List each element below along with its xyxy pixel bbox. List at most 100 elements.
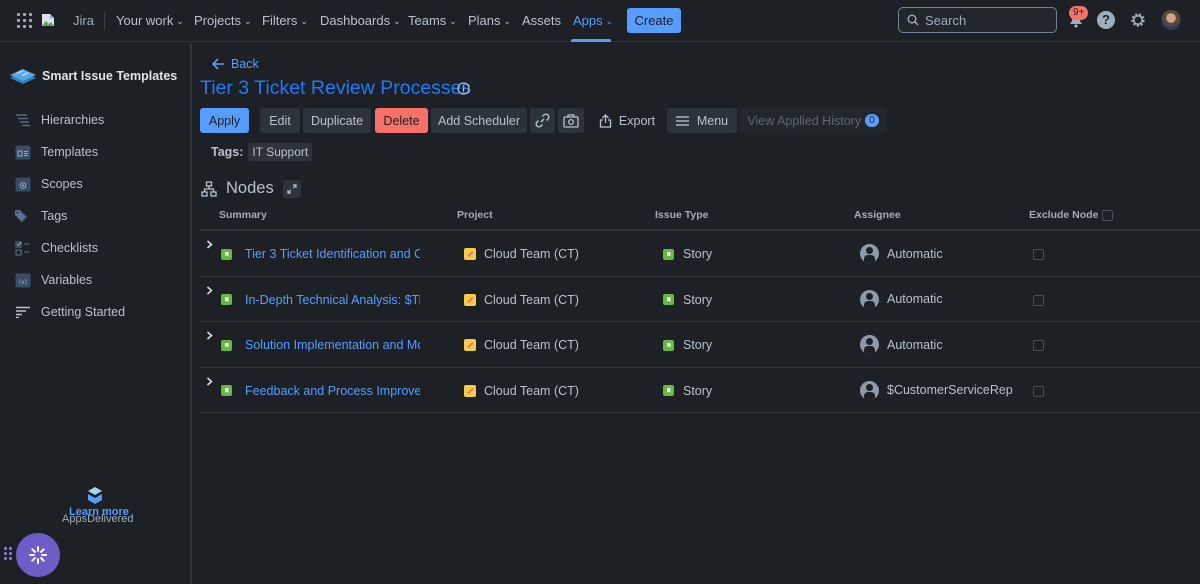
chevron-right-icon[interactable]	[206, 285, 213, 295]
settings-gear-icon[interactable]	[1129, 11, 1147, 29]
tag-chip[interactable]: IT Support	[248, 143, 313, 161]
chevron-right-icon[interactable]	[206, 331, 213, 340]
summary-link[interactable]: Solution Implementation and Mon	[245, 338, 420, 352]
view-applied-history-button[interactable]: View Applied History 0	[740, 108, 886, 133]
sidebar-item-label: Checklists	[41, 241, 98, 255]
column-header-project[interactable]: Project	[457, 209, 493, 221]
active-nav-indicator	[571, 39, 611, 42]
exclude-node-checkbox[interactable]	[1033, 294, 1044, 306]
nav-label: Plans	[468, 13, 501, 28]
table-row[interactable]: Feedback and Process Improveme Cloud Tea…	[200, 368, 1200, 413]
project-icon	[464, 248, 476, 260]
product-name[interactable]: Jira	[73, 13, 94, 28]
sidebar-item-scopes[interactable]: Scopes	[14, 175, 83, 193]
project-name: Cloud Team (CT)	[484, 383, 579, 398]
table-row[interactable]: In-Depth Technical Analysis: $Tic Cloud …	[200, 277, 1200, 322]
notification-badge: 9+	[1069, 6, 1089, 20]
screenshot-button[interactable]	[558, 108, 584, 133]
sidebar-item-label: Getting Started	[41, 305, 126, 319]
expand-button[interactable]	[282, 179, 301, 198]
variable-icon: (x)	[14, 271, 32, 289]
tag-icon	[14, 207, 32, 225]
user-avatar-icon	[860, 289, 879, 309]
story-icon	[221, 339, 232, 351]
exclude-node-checkbox[interactable]	[1033, 385, 1044, 397]
summary-cell: Solution Implementation and Mon	[221, 338, 420, 352]
learn-more-link[interactable]: Learn more	[69, 506, 129, 518]
table-row[interactable]: Tier 3 Ticket Identification and Ca Clou…	[200, 231, 1200, 277]
svg-text:(x): (x)	[19, 279, 27, 286]
chevron-right-icon[interactable]	[206, 376, 213, 386]
sidebar-item-hierarchies[interactable]: Hierarchies	[14, 111, 104, 129]
help-icon[interactable]: ?	[1097, 11, 1115, 29]
back-link[interactable]: Back	[212, 57, 259, 71]
exclude-cell	[1033, 249, 1044, 260]
user-avatar-icon	[860, 244, 879, 263]
assistant-button[interactable]	[16, 533, 60, 577]
edit-button[interactable]: Edit	[260, 108, 300, 133]
user-avatar-icon	[860, 335, 879, 354]
issue-type-name: Story	[683, 338, 713, 352]
chevron-down-icon: ⌄	[503, 16, 512, 26]
nav-teams[interactable]: Teams ⌄	[408, 13, 457, 28]
exclude-node-checkbox[interactable]	[1033, 340, 1044, 351]
sidebar-item-checklists[interactable]: Checklists	[14, 239, 98, 257]
issue-type-cell: Story	[663, 338, 712, 352]
table-row[interactable]: Solution Implementation and Mon Cloud Te…	[200, 322, 1200, 368]
summary-cell: In-Depth Technical Analysis: $Tic	[221, 293, 420, 307]
assignee-cell: $CustomerServiceRep	[860, 380, 1013, 400]
nav-plans[interactable]: Plans ⌄	[468, 13, 511, 28]
sidebar-item-tags[interactable]: Tags	[14, 207, 67, 225]
app-switcher-icon[interactable]	[17, 13, 32, 28]
sidebar-brand[interactable]: Smart Issue Templates	[8, 65, 177, 87]
assignee-name: Automatic	[887, 292, 943, 306]
info-icon[interactable]	[457, 82, 470, 95]
column-header-assignee[interactable]: Assignee	[854, 209, 901, 221]
sidebar-resize-handle[interactable]	[190, 43, 192, 584]
nav-assets[interactable]: Assets	[522, 13, 561, 28]
menu-label: Menu	[696, 113, 729, 128]
project-name: Cloud Team (CT)	[484, 338, 579, 352]
summary-cell: Tier 3 Ticket Identification and Ca	[221, 247, 420, 261]
page-title: Tier 3 Ticket Review Processes	[200, 77, 472, 99]
add-scheduler-button[interactable]: Add Scheduler	[431, 108, 527, 133]
nav-your-work[interactable]: Your work ⌄	[116, 13, 184, 28]
chevron-right-icon[interactable]	[206, 240, 213, 249]
summary-link[interactable]: In-Depth Technical Analysis: $Tic	[245, 293, 420, 307]
exclude-all-checkbox[interactable]	[1102, 209, 1114, 221]
summary-link[interactable]: Feedback and Process Improveme	[245, 384, 420, 398]
story-icon	[663, 385, 674, 396]
apply-button[interactable]: Apply	[200, 108, 249, 133]
nav-label: Teams	[408, 13, 447, 28]
exclude-node-checkbox[interactable]	[1033, 249, 1044, 260]
search-input[interactable]	[925, 12, 1045, 28]
drag-handle-icon[interactable]	[4, 547, 12, 560]
history-count-badge: 0	[865, 114, 879, 127]
assignee-name: $CustomerServiceRep	[887, 383, 1013, 397]
duplicate-button[interactable]: Duplicate	[303, 108, 371, 133]
nav-filters[interactable]: Filters ⌄	[262, 13, 308, 28]
delete-button[interactable]: Delete	[375, 108, 428, 133]
summary-link[interactable]: Tier 3 Ticket Identification and Ca	[245, 247, 420, 261]
copy-link-button[interactable]	[530, 108, 555, 133]
sidebar-item-getting-started[interactable]: Getting Started	[14, 303, 125, 321]
nav-projects[interactable]: Projects ⌄	[194, 13, 252, 28]
search-field[interactable]	[898, 7, 1057, 33]
sidebar-item-templates[interactable]: Templates	[14, 143, 98, 161]
nav-dashboards[interactable]: Dashboards ⌄	[320, 13, 401, 28]
story-icon	[663, 248, 674, 260]
export-button[interactable]: Export	[592, 108, 662, 133]
menu-button[interactable]: Menu	[667, 108, 737, 133]
sidebar-item-label: Variables	[41, 273, 93, 287]
template-icon	[14, 143, 32, 161]
column-header-issue-type[interactable]: Issue Type	[655, 209, 709, 221]
user-avatar[interactable]	[1161, 10, 1181, 30]
jira-logo-icon[interactable]	[41, 13, 55, 27]
chevron-down-icon: ⌄	[393, 16, 401, 26]
nav-apps[interactable]: Apps ⌄	[573, 13, 613, 28]
sidebar-item-variables[interactable]: (x) Variables	[14, 271, 92, 289]
create-button[interactable]: Create	[627, 8, 681, 33]
column-header-summary[interactable]: Summary	[219, 209, 267, 221]
exclude-cell	[1033, 340, 1044, 351]
story-icon	[221, 385, 232, 396]
